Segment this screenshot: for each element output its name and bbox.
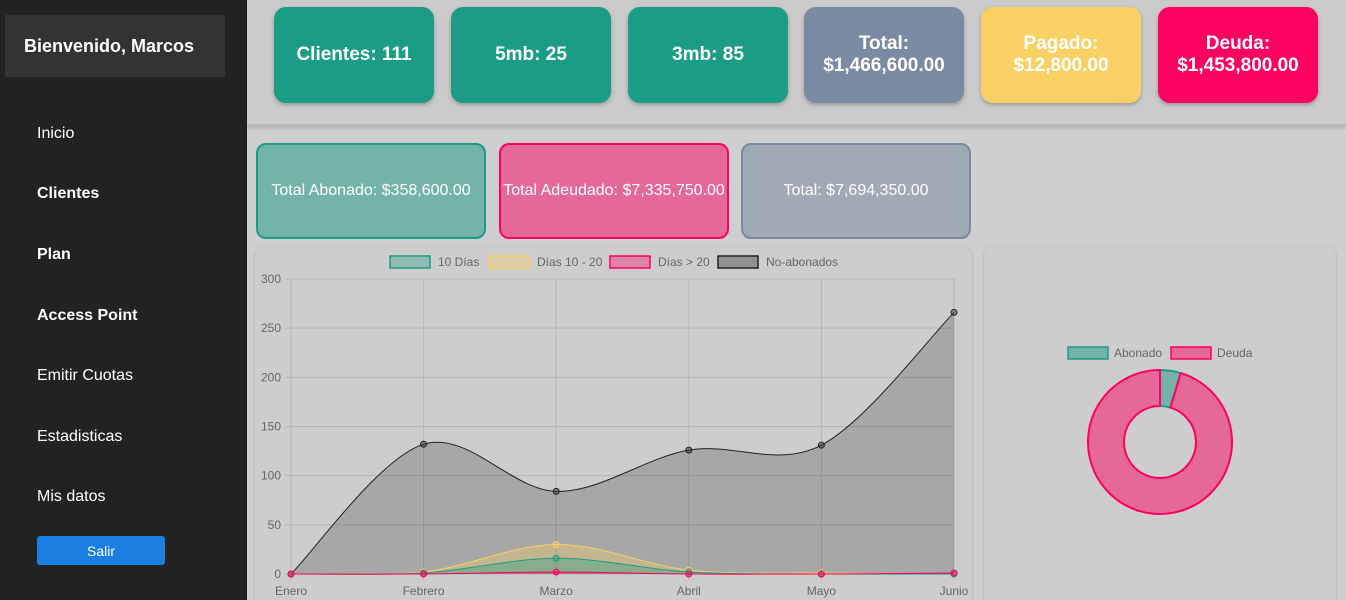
logout-button[interactable]: Salir	[37, 536, 165, 565]
data-point[interactable]	[420, 440, 428, 448]
data-point[interactable]	[685, 446, 693, 454]
sidebar: Bienvenido, Marcos Inicio Clientes Plan …	[0, 0, 247, 600]
total-adeudado-card: Total Adeudado: $7,335,750.00	[499, 143, 729, 239]
legend-label: Días 10 - 20	[537, 255, 603, 269]
legend-item[interactable]: Días 10 - 20	[488, 255, 603, 269]
nav-estadisticas[interactable]: Estadisticas	[37, 428, 122, 446]
legend-swatch	[488, 255, 530, 269]
legend-label: Días > 20	[658, 255, 710, 269]
y-tick-label: 50	[268, 518, 282, 532]
y-tick-label: 0	[274, 567, 281, 581]
legend-item[interactable]: No-abonados	[717, 255, 838, 269]
data-point[interactable]	[685, 570, 693, 578]
nav-plan[interactable]: Plan	[37, 246, 71, 264]
x-tick-label: Mayo	[807, 584, 837, 598]
total-abonado-card: Total Abonado: $358,600.00	[256, 143, 486, 239]
stat-line2: $1,466,600.00	[823, 55, 945, 76]
stat-card-clientes: Clientes: 111	[274, 7, 434, 103]
legend-swatch	[717, 255, 759, 269]
y-tick-label: 300	[261, 272, 281, 286]
data-point[interactable]	[552, 568, 560, 576]
stat-line2: $1,453,800.00	[1177, 55, 1299, 76]
x-tick-label: Junio	[940, 584, 969, 598]
data-point[interactable]	[817, 441, 825, 449]
legend-item[interactable]: Deuda	[1170, 346, 1253, 360]
y-tick-label: 200	[261, 370, 281, 384]
legend-item[interactable]: Abonado	[1067, 346, 1162, 360]
legend-label: Abonado	[1114, 346, 1162, 360]
y-tick-label: 150	[261, 420, 281, 434]
y-tick-label: 100	[261, 469, 281, 483]
series-area	[291, 312, 954, 574]
data-point[interactable]	[287, 570, 295, 578]
line-chart-panel: 0 50 100 150 200 250 300 Enero Febrero Marzo Abril…	[255, 247, 972, 600]
legend-swatch	[1170, 346, 1212, 360]
data-point[interactable]	[552, 487, 560, 495]
stat-line1: Pagado:	[1023, 33, 1099, 54]
data-point[interactable]	[552, 554, 560, 562]
doughnut-chart-panel: Abonado Deuda	[984, 247, 1336, 600]
stat-line1: Deuda:	[1205, 33, 1271, 54]
data-point[interactable]	[817, 570, 825, 578]
x-tick-label: Marzo	[540, 584, 574, 598]
doughnut-slice[interactable]	[1087, 368, 1233, 515]
y-tick-label: 250	[261, 321, 281, 335]
welcome-banner: Bienvenido, Marcos	[5, 15, 225, 77]
legend-item[interactable]: 10 Días	[389, 255, 479, 269]
x-tick-label: Febrero	[403, 584, 445, 598]
legend-swatch	[609, 255, 651, 269]
stat-line2: $12,800.00	[1013, 55, 1109, 76]
data-point[interactable]	[420, 570, 428, 578]
legend-label: 10 Días	[438, 255, 479, 269]
legend-item[interactable]: Días > 20	[609, 255, 710, 269]
stat-card-total: Total: $1,466,600.00	[804, 7, 964, 103]
stat-card-5mb: 5mb: 25	[451, 7, 611, 103]
data-point[interactable]	[950, 308, 958, 316]
data-point[interactable]	[552, 541, 560, 548]
x-tick-label: Abril	[677, 584, 701, 598]
total-card: Total: $7,694,350.00	[741, 143, 971, 239]
nav-inicio[interactable]: Inicio	[37, 125, 74, 143]
nav-access-point[interactable]: Access Point	[37, 307, 137, 325]
legend-swatch	[1067, 346, 1109, 360]
stat-line1: Clientes: 111	[296, 44, 412, 65]
line-chart: 0 50 100 150 200 250 300 Enero Febrero Marzo Abril…	[261, 255, 969, 598]
nav-clientes[interactable]: Clientes	[37, 185, 99, 203]
stat-line1: 5mb: 25	[495, 44, 567, 65]
data-point[interactable]	[950, 569, 958, 577]
nav-emitir-cuotas[interactable]: Emitir Cuotas	[37, 367, 133, 385]
legend-label: No-abonados	[766, 255, 838, 269]
stat-card-deuda: Deuda: $1,453,800.00	[1158, 7, 1318, 103]
x-tick-label: Enero	[275, 584, 307, 598]
legend-label: Deuda	[1217, 346, 1253, 360]
legend-swatch	[389, 255, 431, 269]
stat-line1: 3mb: 85	[672, 44, 744, 65]
stat-card-pagado: Pagado: $12,800.00	[981, 7, 1141, 103]
stat-line1: Total:	[858, 33, 910, 54]
doughnut-chart: Abonado Deuda	[1067, 346, 1253, 515]
nav-mis-datos[interactable]: Mis datos	[37, 488, 105, 506]
stat-card-3mb: 3mb: 85	[628, 7, 788, 103]
